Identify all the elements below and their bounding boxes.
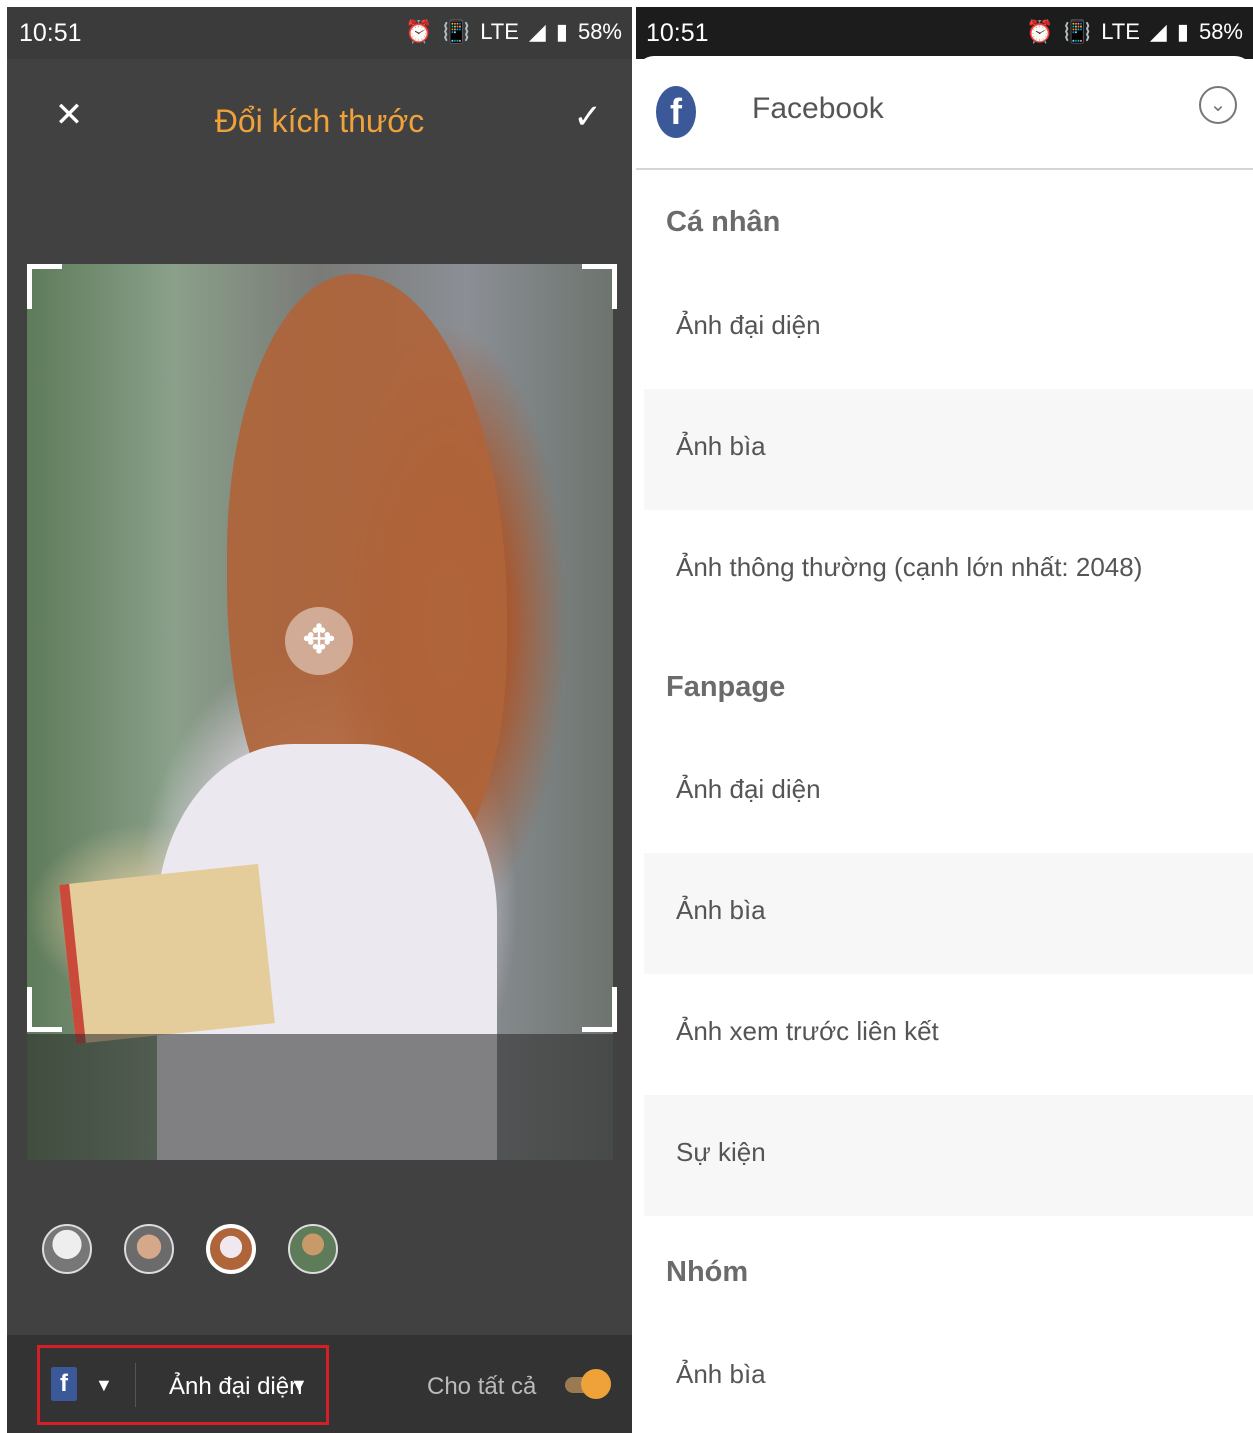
photo-book [59,863,275,1045]
thumbnail[interactable] [42,1224,92,1274]
status-time: 10:51 [19,19,82,47]
list-item[interactable]: Ảnh bìa [644,389,1253,510]
vibrate-icon: 📳 [1063,19,1092,44]
crop-handle-bottom-left[interactable] [27,987,62,1032]
battery-icon: ▮ [555,19,568,44]
status-bar: 10:51 ⏰ 📳 LTE ◢ ▮ 58% [7,7,632,59]
battery-icon: ▮ [1176,19,1189,44]
size-preset-sheet: f Facebook ⌄ Cá nhân Ảnh đại diện Ảnh bì… [636,56,1253,1433]
lte-label: LTE [480,19,519,44]
list-item-label: Ảnh bìa [676,1359,766,1389]
caret-down-icon[interactable]: ▼ [95,1375,113,1396]
for-all-label: Cho tất cả [427,1373,537,1400]
list-item[interactable]: Ảnh bìa [644,1317,1253,1433]
thumbnail-strip [42,1224,338,1274]
thumbnail[interactable] [124,1224,174,1274]
status-time: 10:51 [646,19,709,47]
signal-icon: ◢ [1149,19,1167,44]
battery-percent: 58% [577,19,622,44]
crop-outside-overlay [27,1034,613,1160]
facebook-icon[interactable]: f [51,1367,77,1401]
toggle-knob [581,1369,611,1399]
list-item[interactable]: Sự kiện [644,1095,1253,1216]
section-title: Fanpage [666,671,786,703]
alarm-icon: ⏰ [1026,19,1054,44]
list-item-label: Ảnh đại diện [676,774,821,804]
signal-icon: ◢ [528,19,546,44]
status-icons: ⏰ 📳 LTE ◢ ▮ 58% [1026,19,1243,45]
facebook-logo-icon: f [656,86,696,138]
list-item[interactable]: Ảnh xem trước liên kết [644,974,1253,1095]
list-item[interactable]: Ảnh đại diện [644,268,1253,389]
check-icon[interactable]: ✓ [574,97,603,137]
chevron-down-icon[interactable]: ⌄ [1199,86,1237,124]
page-title: Đổi kích thước [214,103,425,139]
list-item[interactable]: Ảnh bìa [644,853,1253,974]
crop-handle-top-left[interactable] [27,264,62,309]
list-item-label: Ảnh xem trước liên kết [676,1016,939,1046]
divider [135,1363,136,1407]
list-item-label: Sự kiện [676,1137,766,1167]
platform-name: Facebook [752,92,884,125]
crop-photo[interactable] [27,264,613,1160]
battery-percent: 58% [1198,19,1243,44]
alarm-icon: ⏰ [405,19,433,44]
crop-handle-bottom-right[interactable] [582,987,617,1032]
list-item[interactable]: Ảnh đại diện [644,732,1253,853]
list-item[interactable]: Ảnh thông thường (cạnh lớn nhất: 2048) [644,510,1253,631]
list-item-label: Ảnh đại diện [676,310,821,340]
lte-label: LTE [1101,19,1140,44]
list-item-label: Ảnh thông thường (cạnh lớn nhất: 2048) [676,552,1143,582]
section-title: Cá nhân [666,206,781,238]
thumbnail-selected[interactable] [206,1224,256,1274]
thumbnail[interactable] [288,1224,338,1274]
resize-screen: 10:51 ⏰ 📳 LTE ◢ ▮ 58% ✕ Đổi kích thước ✓… [7,7,632,1433]
list-item-label: Ảnh bìa [676,431,766,461]
caret-down-icon[interactable]: ▼ [290,1375,308,1396]
for-all-toggle[interactable] [565,1369,611,1399]
top-toolbar: ✕ Đổi kích thước ✓ [7,67,632,177]
list-item-label: Ảnh bìa [676,895,766,925]
status-icons: ⏰ 📳 LTE ◢ ▮ 58% [405,19,622,45]
bottom-bar: f ▼ Ảnh đại diện ▼ Cho tất cả [7,1335,632,1433]
crop-handle-top-right[interactable] [582,264,617,309]
move-icon[interactable]: ✥ [285,607,353,675]
sheet-header[interactable]: f Facebook ⌄ [636,56,1253,170]
status-bar-right: 10:51 ⏰ 📳 LTE ◢ ▮ 58% [636,7,1253,59]
vibrate-icon: 📳 [442,19,471,44]
size-preset-label[interactable]: Ảnh đại diện [169,1373,302,1401]
section-title: Nhóm [666,1256,749,1288]
